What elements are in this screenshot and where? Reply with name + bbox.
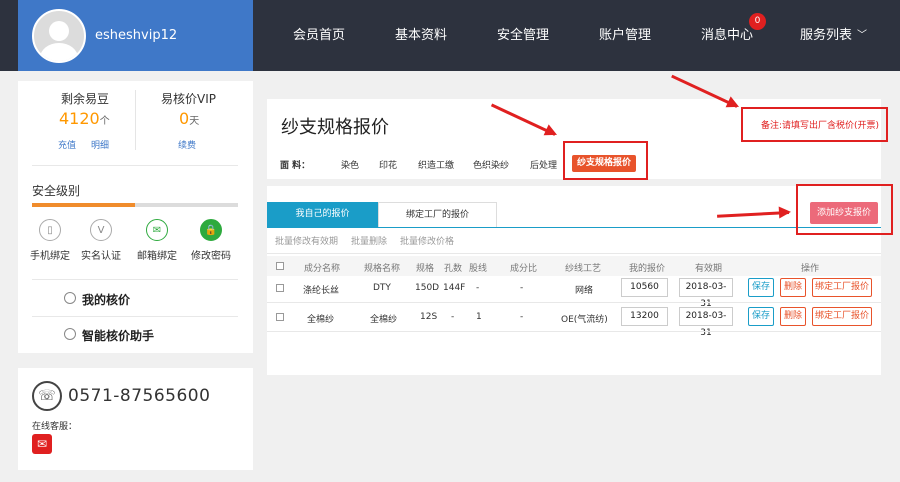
- phone-icon: ☏: [32, 381, 62, 411]
- avatar[interactable]: [32, 9, 86, 63]
- cell-ply: -: [476, 283, 480, 293]
- col-ratio: 成分比: [510, 264, 538, 274]
- security-level-title: 安全级别: [32, 184, 81, 198]
- row-checkbox[interactable]: [276, 284, 284, 292]
- page-title: 纱支规格报价: [281, 117, 389, 138]
- nav-account[interactable]: 账户管理: [588, 0, 662, 71]
- category-label: 面 料：: [280, 161, 311, 171]
- col-spec: 规格: [416, 264, 435, 274]
- category-finishing[interactable]: 后处理: [530, 158, 557, 171]
- security-level-bar: [32, 203, 238, 207]
- bulk-edit-expiry[interactable]: 批量修改有效期: [275, 234, 338, 247]
- col-holes: 孔数: [444, 264, 463, 274]
- cell-holes: -: [451, 312, 455, 322]
- category-dyeing[interactable]: 染色: [341, 158, 359, 171]
- col-spec-name: 规格名称: [364, 264, 401, 274]
- qq-icon[interactable]: ✉: [32, 434, 52, 454]
- col-expiry: 有效期: [695, 264, 723, 274]
- beans-value: 4120个: [59, 109, 110, 128]
- price-input[interactable]: 13200: [621, 307, 668, 326]
- cell-spec: 12S: [420, 312, 438, 322]
- menu-my-quotes[interactable]: 我的核价: [82, 291, 130, 308]
- divider: [32, 316, 238, 317]
- divider: [32, 165, 238, 166]
- phone-icon[interactable]: ▯: [39, 219, 61, 241]
- message-count-badge: 0: [749, 13, 766, 30]
- hotline-number: 0571-87565600: [68, 386, 211, 406]
- cell-process: 网络: [575, 286, 594, 296]
- tab-underline: [267, 227, 881, 228]
- select-all-checkbox[interactable]: [276, 262, 284, 270]
- save-button[interactable]: 保存: [748, 307, 774, 326]
- nav-home[interactable]: 会员首页: [282, 0, 356, 71]
- bulk-edit-price[interactable]: 批量修改价格: [400, 234, 454, 247]
- tab-factory-quotes[interactable]: 绑定工厂的报价: [378, 202, 497, 227]
- tab-my-quotes[interactable]: 我自己的报价: [267, 202, 378, 227]
- category-printing[interactable]: 印花: [379, 158, 397, 171]
- chevron-down-icon[interactable]: ﹀: [855, 0, 869, 71]
- bind-factory-button[interactable]: 绑定工厂报价: [812, 307, 872, 326]
- bind-factory-button[interactable]: 绑定工厂报价: [812, 278, 872, 297]
- verify-icon[interactable]: V: [90, 219, 112, 241]
- account-summary-panel: 剩余易豆 4120个 充值 明细 易核价VIP 0天 续费 安全级别 ▯ V ✉…: [18, 81, 253, 353]
- col-component: 成分名称: [304, 264, 341, 274]
- annotation-box: [563, 141, 648, 180]
- bulk-delete[interactable]: 批量删除: [351, 234, 387, 247]
- cell-holes: 144F: [443, 283, 466, 293]
- security-item-password[interactable]: 修改密码: [181, 247, 241, 262]
- cell-component: 涤纶长丝: [303, 286, 340, 296]
- col-actions: 操作: [801, 264, 820, 274]
- mail-icon[interactable]: ✉: [146, 219, 168, 241]
- contact-panel: ☏ 0571-87565600 在线客服： ✉: [18, 368, 253, 470]
- vip-value: 0天: [179, 109, 200, 128]
- divider: [267, 253, 881, 254]
- cell-spec-name: DTY: [373, 283, 391, 293]
- divider: [135, 90, 136, 150]
- annotation-box: [741, 107, 888, 142]
- cell-component: 全棉纱: [307, 315, 335, 325]
- bulb-icon: [64, 328, 76, 340]
- recharge-link[interactable]: 充值: [58, 138, 76, 151]
- col-my-price: 我的报价: [629, 264, 666, 274]
- nav-messages[interactable]: 消息中心: [690, 0, 764, 71]
- cell-ratio: -: [520, 283, 524, 293]
- divider: [32, 279, 238, 280]
- delete-button[interactable]: 删除: [780, 278, 806, 297]
- divider: [267, 302, 881, 303]
- cell-spec: 150D: [415, 283, 440, 293]
- row-checkbox[interactable]: [276, 313, 284, 321]
- username: esheshvip12: [95, 28, 178, 43]
- col-ply: 股线: [469, 264, 488, 274]
- renew-link[interactable]: 续费: [178, 138, 196, 151]
- cell-process: OE(气流纺): [561, 315, 608, 325]
- category-weaving[interactable]: 织造工缴: [418, 158, 454, 171]
- nav-services[interactable]: 服务列表: [796, 0, 856, 71]
- divider: [267, 331, 881, 332]
- yen-icon: [64, 292, 76, 304]
- save-button[interactable]: 保存: [748, 278, 774, 297]
- cell-ratio: -: [520, 312, 524, 322]
- nav-profile[interactable]: 基本资料: [384, 0, 458, 71]
- expiry-input[interactable]: 2018-03-31: [679, 307, 733, 338]
- security-item-email[interactable]: 邮箱绑定: [127, 247, 187, 262]
- annotation-box: [796, 184, 893, 235]
- col-process: 纱线工艺: [565, 264, 602, 274]
- price-input[interactable]: 10560: [621, 278, 668, 297]
- details-link[interactable]: 明细: [91, 138, 109, 151]
- beans-label: 剩余易豆: [61, 92, 110, 106]
- security-item-identity[interactable]: 实名认证: [71, 247, 131, 262]
- online-service-label: 在线客服：: [32, 422, 78, 432]
- delete-button[interactable]: 删除: [780, 307, 806, 326]
- expiry-input[interactable]: 2018-03-31: [679, 278, 733, 309]
- menu-smart-assistant[interactable]: 智能核价助手: [82, 327, 154, 344]
- cell-ply: 1: [476, 312, 482, 322]
- vip-label: 易核价VIP: [161, 92, 216, 106]
- lock-icon[interactable]: 🔒: [200, 219, 222, 241]
- cell-spec-name: 全棉纱: [370, 315, 398, 325]
- profile-header: esheshvip12: [18, 0, 253, 71]
- nav-security[interactable]: 安全管理: [486, 0, 560, 71]
- category-yarn-dyeing[interactable]: 色织染纱: [473, 158, 509, 171]
